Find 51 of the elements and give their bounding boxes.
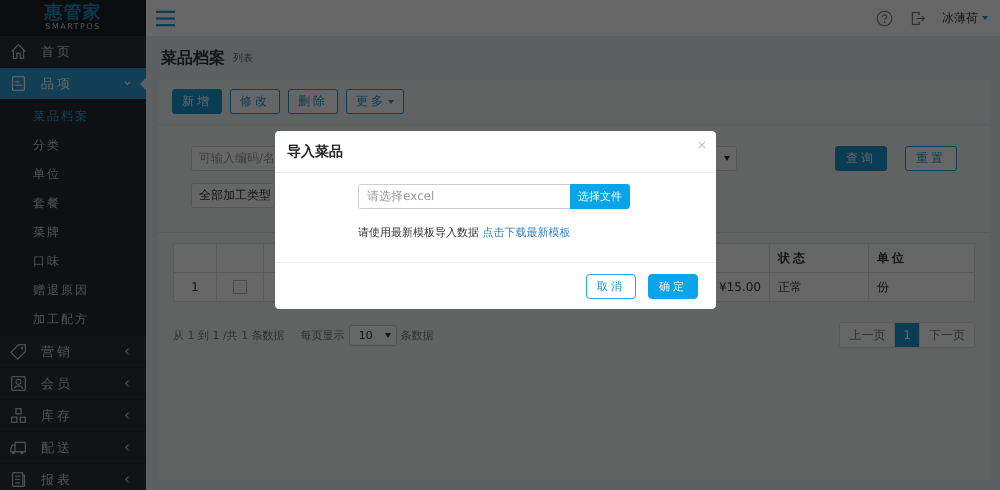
submenu-item[interactable]: 菜品档案 bbox=[0, 102, 146, 131]
submenu-item[interactable]: 菜牌 bbox=[0, 218, 146, 247]
chevron-icon bbox=[123, 79, 132, 88]
filter-button[interactable]: 重置 bbox=[905, 146, 957, 171]
caret-icon bbox=[982, 16, 988, 20]
truck-icon bbox=[10, 439, 27, 456]
submenu-item[interactable]: 分类 bbox=[0, 131, 146, 160]
close-icon[interactable] bbox=[698, 141, 706, 149]
submenu-item[interactable]: 单位 bbox=[0, 160, 146, 189]
document-icon bbox=[10, 75, 27, 92]
page-size-select[interactable]: 10 bbox=[348, 324, 397, 346]
column-header: 状态 bbox=[769, 244, 868, 272]
table-cell: 份 bbox=[868, 273, 974, 301]
row-checkbox[interactable] bbox=[233, 280, 247, 294]
tag-icon bbox=[10, 343, 27, 360]
submenu-item[interactable]: 口味 bbox=[0, 247, 146, 276]
toolbar-button[interactable]: 删除 bbox=[288, 89, 338, 114]
help-icon[interactable] bbox=[876, 10, 893, 26]
choose-file-button[interactable]: 选择文件 bbox=[570, 184, 630, 209]
column-header: 单位 bbox=[868, 244, 974, 272]
submenu-item[interactable]: 赠退原因 bbox=[0, 276, 146, 305]
dialog-button[interactable]: 确定 bbox=[648, 274, 698, 298]
sidebar-item[interactable]: 品项 bbox=[0, 68, 146, 100]
logout-icon[interactable] bbox=[909, 10, 926, 26]
dialog-button[interactable]: 取消 bbox=[586, 274, 636, 298]
caret-icon bbox=[388, 100, 394, 104]
dropdown-button[interactable]: 更多 bbox=[346, 89, 404, 114]
boxes-icon bbox=[10, 407, 27, 424]
user-menu[interactable]: 冰薄荷 bbox=[942, 10, 988, 26]
submenu-item[interactable]: 加工配方 bbox=[0, 305, 146, 334]
page-title: 菜品档案 bbox=[161, 48, 225, 68]
table-cell-text: 1 bbox=[190, 279, 200, 296]
process-type-select[interactable]: 全部加工类型 bbox=[191, 183, 275, 208]
submenu-item[interactable]: 套餐 bbox=[0, 189, 146, 218]
toolbar-button[interactable]: 新增 bbox=[172, 89, 222, 114]
dialog-title: 导入菜品 bbox=[287, 142, 343, 160]
menu-icon[interactable] bbox=[156, 10, 175, 26]
toolbar-button[interactable]: 修改 bbox=[230, 89, 280, 114]
id-card-icon bbox=[10, 375, 27, 392]
hint-text: 请使用最新模板导入数据 点击下载最新模板 bbox=[358, 225, 572, 240]
report-icon bbox=[10, 471, 27, 488]
filter-button[interactable]: 查询 bbox=[835, 146, 887, 171]
page-button[interactable]: 1 bbox=[894, 323, 919, 347]
download-template-link[interactable]: 点击下载最新模板 bbox=[482, 226, 570, 239]
home-icon bbox=[10, 43, 27, 60]
dropdown-arrow-icon bbox=[724, 156, 730, 161]
file-input[interactable]: 请选择excel bbox=[358, 184, 570, 209]
table-cell: 正常 bbox=[769, 273, 868, 301]
logo-name: 惠管家 bbox=[44, 4, 102, 22]
logo-tagline: SMARTPOS bbox=[45, 22, 101, 32]
dropdown-arrow-icon bbox=[384, 332, 391, 338]
